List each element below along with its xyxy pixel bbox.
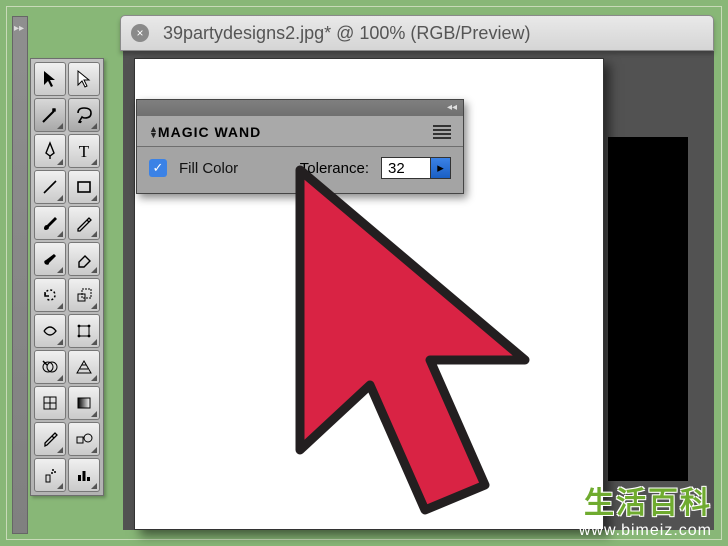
width-icon [40,321,60,341]
symbol-sprayer-tool[interactable] [34,458,66,492]
brush-icon [40,213,60,233]
tolerance-stepper[interactable]: ▸ [430,158,450,178]
blob-icon [40,249,60,269]
magic-wand-panel: ◂◂ ▲▼ MAGIC WAND ✓ Fill Color Tolerance:… [136,99,464,194]
magic-wand-tool[interactable] [34,98,66,132]
rotate-icon [40,285,60,305]
perspective-grid-tool[interactable] [68,350,100,384]
line-segment-tool[interactable] [34,170,66,204]
fill-color-checkbox[interactable]: ✓ [149,159,167,177]
fill-color-label: Fill Color [179,160,238,177]
lasso-icon [74,105,94,125]
free-transform-tool[interactable] [68,314,100,348]
pencil-tool[interactable] [68,206,100,240]
pencil-icon [74,213,94,233]
watermark: 生活百科 www.bimeiz.com [579,478,712,540]
watermark-url: www.bimeiz.com [579,522,712,540]
pen-tool[interactable] [34,134,66,168]
panel-titlebar[interactable]: ◂◂ [137,100,463,116]
lasso-tool[interactable] [68,98,100,132]
spray-icon [40,465,60,485]
document-title: 39partydesigns2.jpg* @ 100% (RGB/Preview… [163,23,530,44]
panel-title: MAGIC WAND [158,124,261,140]
collapse-chevron-icon[interactable]: ◂◂ [447,102,457,113]
shapebuild-icon [40,357,60,377]
graph-icon [74,465,94,485]
panel-menu-icon[interactable] [433,125,451,139]
pen-icon [40,141,60,161]
shape-builder-tool[interactable] [34,350,66,384]
mesh-tool[interactable] [34,386,66,420]
direct-selection-tool[interactable] [68,62,100,96]
gradient-tool[interactable] [68,386,100,420]
arrow-black-icon [40,69,60,89]
scale-tool[interactable] [68,278,100,312]
rotate-tool[interactable] [34,278,66,312]
line-icon [40,177,60,197]
blend-icon [74,429,94,449]
expand-chevron-icon[interactable]: ▸▸ [14,23,24,34]
mesh-icon [40,393,60,413]
column-graph-tool[interactable] [68,458,100,492]
perspective-icon [74,357,94,377]
eraser-icon [74,249,94,269]
tools-panel: T [30,58,104,496]
wand-icon [40,105,60,125]
panel-dock-strip[interactable]: ▸▸ [12,16,28,534]
tolerance-field[interactable]: ▸ [381,157,451,179]
rectangle-tool[interactable] [68,170,100,204]
type-tool[interactable]: T [68,134,100,168]
tolerance-input[interactable] [382,158,430,178]
gradient-icon [74,393,94,413]
selection-tool[interactable] [34,62,66,96]
paintbrush-tool[interactable] [34,206,66,240]
watermark-text: 生活百科 [579,478,712,522]
scale-icon [74,285,94,305]
tolerance-label: Tolerance: [300,160,369,177]
rect-icon [74,177,94,197]
black-rectangle-object[interactable] [608,137,688,481]
document-tab[interactable]: × 39partydesigns2.jpg* @ 100% (RGB/Previ… [120,15,714,51]
eyedropper-tool[interactable] [34,422,66,456]
blend-tool[interactable] [68,422,100,456]
type-icon: T [74,141,94,161]
width-tool[interactable] [34,314,66,348]
svg-text:T: T [79,142,90,161]
freetrans-icon [74,321,94,341]
eyedrop-icon [40,429,60,449]
blob-brush-tool[interactable] [34,242,66,276]
sort-handle-icon[interactable]: ▲▼ [149,126,158,138]
close-icon: × [136,26,143,40]
close-tab-button[interactable]: × [131,24,149,42]
arrow-white-icon [74,69,94,89]
eraser-tool[interactable] [68,242,100,276]
